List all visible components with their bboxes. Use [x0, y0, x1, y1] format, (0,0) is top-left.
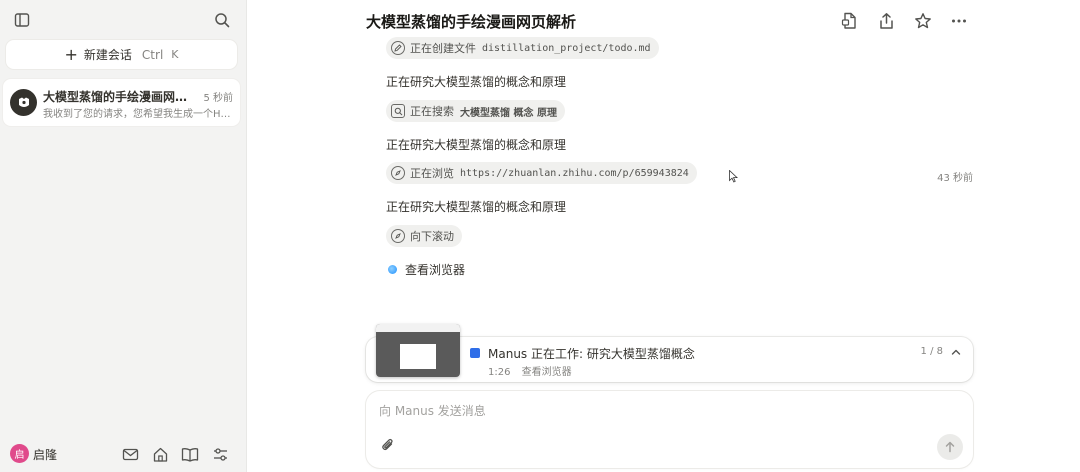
- book-icon[interactable]: [178, 442, 202, 466]
- paperclip-icon[interactable]: [380, 437, 400, 457]
- step-text: 正在研究大模型蒸馏的概念和原理: [386, 138, 567, 152]
- user-name[interactable]: 启隆: [33, 446, 57, 463]
- view-browser-link[interactable]: 查看浏览器: [388, 261, 465, 278]
- status-view-browser[interactable]: 查看浏览器: [522, 367, 572, 378]
- task-status-card[interactable]: Manus 正在工作: 研究大模型蒸馏概念 1:26 查看浏览器 1 / 8: [366, 324, 973, 382]
- browser-status-dot-icon: [388, 265, 397, 274]
- mail-icon[interactable]: [118, 442, 142, 466]
- new-chat-label: 新建会话: [83, 48, 132, 62]
- search-icon: [391, 104, 405, 118]
- browser-thumbnail[interactable]: [376, 324, 460, 377]
- file-icon[interactable]: [837, 9, 861, 33]
- step-timestamp: 43 秒前: [937, 173, 973, 184]
- step-browse-url: https://zhuanlan.zhihu.com/p/659943824: [460, 167, 689, 179]
- step-text: 正在研究大模型蒸馏的概念和原理: [386, 200, 567, 214]
- step-search-keywords: 大模型蒸馏 概念 原理: [460, 107, 557, 119]
- step-create-path: distillation_project/todo.md: [482, 42, 651, 54]
- task-preview: 我收到了您的请求，您希望我生成一个HT...: [43, 109, 233, 120]
- sidebar-toggle-icon[interactable]: [10, 8, 34, 32]
- task-list-item[interactable]: 大模型蒸馏的手绘漫画网页... 5 秒前 我收到了您的请求，您希望我生成一个HT…: [3, 79, 240, 126]
- task-avatar-icon: [10, 89, 37, 116]
- view-browser-label: 查看浏览器: [405, 263, 466, 277]
- avatar[interactable]: 启: [10, 444, 29, 463]
- task-title: 大模型蒸馏的手绘漫画网页...: [43, 90, 198, 104]
- step-create-file-pill[interactable]: 正在创建文件 distillation_project/todo.md: [386, 37, 659, 59]
- manus-status-icon: [470, 348, 480, 358]
- settings-sliders-icon[interactable]: [208, 442, 232, 466]
- task-time: 5 秒前: [203, 93, 233, 104]
- compass-icon: [391, 166, 405, 180]
- sidebar-footer: 启 启隆: [0, 440, 247, 468]
- share-icon[interactable]: [874, 9, 898, 33]
- step-browse-label: 正在浏览: [410, 167, 454, 180]
- edit-icon: [391, 41, 405, 55]
- search-icon[interactable]: [210, 8, 234, 32]
- status-subline: 1:26 查看浏览器: [488, 363, 572, 378]
- arrow-up-icon: [945, 441, 955, 453]
- mouse-pointer-icon: [729, 170, 738, 183]
- status-elapsed: 1:26: [488, 367, 511, 378]
- chevron-up-icon[interactable]: [949, 345, 963, 359]
- more-options-icon[interactable]: [947, 9, 971, 33]
- status-title: Manus 正在工作: 研究大模型蒸馏概念: [488, 347, 695, 361]
- shortcut-ctrl: Ctrl: [141, 47, 164, 62]
- home-icon[interactable]: [148, 442, 172, 466]
- sidebar-top-bar: [0, 0, 247, 40]
- status-step-count: 1 / 8: [920, 346, 943, 357]
- message-composer: [366, 391, 973, 468]
- step-browse-pill[interactable]: 正在浏览 https://zhuanlan.zhihu.com/p/659943…: [386, 162, 697, 184]
- send-button[interactable]: [937, 434, 963, 460]
- step-search-label: 正在搜索: [410, 105, 454, 118]
- step-create-label: 正在创建文件: [410, 42, 476, 55]
- compass-icon: [391, 229, 405, 243]
- plus-icon: +: [64, 44, 78, 64]
- message-input[interactable]: [379, 401, 939, 421]
- shortcut-key: K: [171, 48, 179, 61]
- main-panel: 大模型蒸馏的手绘漫画网页解析 正在创建文件 distillation_proje…: [248, 0, 1080, 472]
- step-search-pill[interactable]: 正在搜索 大模型蒸馏 概念 原理: [386, 100, 565, 122]
- page-title: 大模型蒸馏的手绘漫画网页解析: [366, 13, 577, 31]
- star-icon[interactable]: [911, 9, 935, 33]
- step-text: 正在研究大模型蒸馏的概念和原理: [386, 75, 567, 89]
- step-scroll-label: 向下滚动: [410, 230, 454, 243]
- sidebar: + 新建会话 Ctrl K 大模型蒸馏的手绘漫画网页... 5 秒前 我收到了您…: [0, 0, 247, 472]
- step-scroll-pill[interactable]: 向下滚动: [386, 225, 462, 247]
- new-chat-button[interactable]: + 新建会话 Ctrl K: [6, 40, 237, 69]
